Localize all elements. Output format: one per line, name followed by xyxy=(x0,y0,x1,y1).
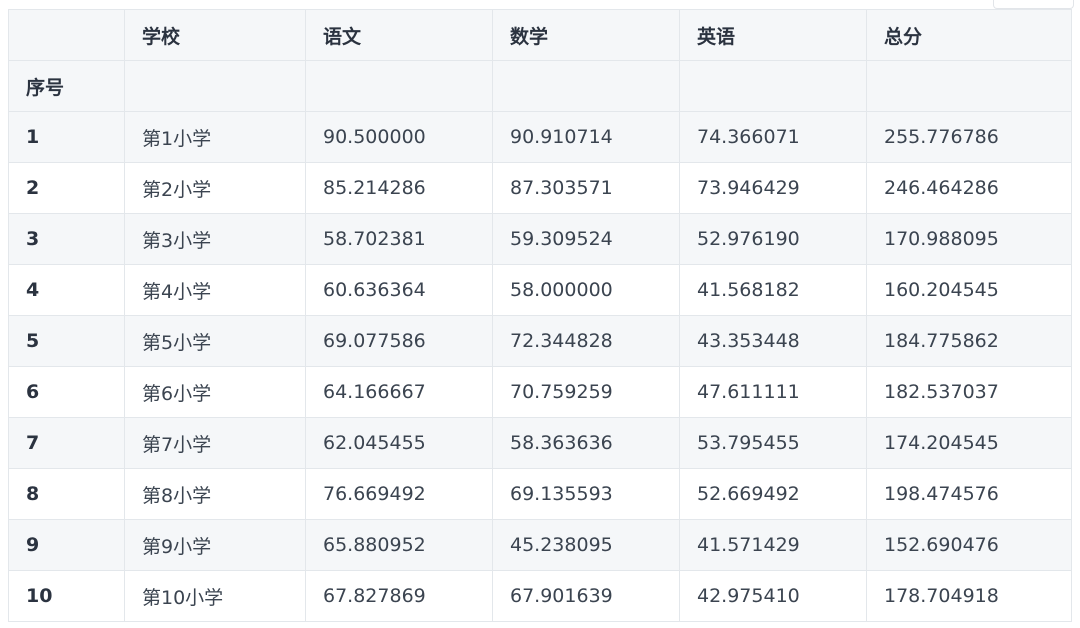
column-header-school: 学校 xyxy=(124,9,306,61)
cell-chinese: 85.214286 xyxy=(305,162,493,214)
cell-school: 第3小学 xyxy=(124,213,306,265)
empty-header-cell xyxy=(492,60,680,112)
cell-english: 42.975410 xyxy=(679,570,867,622)
table-row: 8 第8小学 76.669492 69.135593 52.669492 198.4745… xyxy=(8,468,1072,520)
row-index-cell: 9 xyxy=(8,519,125,571)
cell-chinese: 76.669492 xyxy=(305,468,493,520)
cell-chinese: 58.702381 xyxy=(305,213,493,265)
table-row: 6 第6小学 64.166667 70.759259 47.611111 182.5370… xyxy=(8,366,1072,418)
row-index-cell: 8 xyxy=(8,468,125,520)
cell-school: 第6小学 xyxy=(124,366,306,418)
row-index-cell: 2 xyxy=(8,162,125,214)
table-row: 4 第4小学 60.636364 58.000000 41.568182 160.2045… xyxy=(8,264,1072,316)
row-index-cell: 1 xyxy=(8,111,125,163)
page: HTML </> 学校 语文 数学 英语 总分 序号 xyxy=(0,0,1080,628)
cell-total: 198.474576 xyxy=(866,468,1072,520)
cell-english: 74.366071 xyxy=(679,111,867,163)
cell-total: 160.204545 xyxy=(866,264,1072,316)
cell-total: 255.776786 xyxy=(866,111,1072,163)
cell-total: 174.204545 xyxy=(866,417,1072,469)
empty-header-cell xyxy=(124,60,306,112)
cell-chinese: 65.880952 xyxy=(305,519,493,571)
cell-math: 67.901639 xyxy=(492,570,680,622)
cell-total: 182.537037 xyxy=(866,366,1072,418)
table-row: 5 第5小学 69.077586 72.344828 43.353448 184.7758… xyxy=(8,315,1072,367)
column-header-total: 总分 xyxy=(866,9,1072,61)
cell-total: 152.690476 xyxy=(866,519,1072,571)
cell-english: 73.946429 xyxy=(679,162,867,214)
cell-math: 58.363636 xyxy=(492,417,680,469)
cell-school: 第4小学 xyxy=(124,264,306,316)
cell-math: 90.910714 xyxy=(492,111,680,163)
cell-english: 52.669492 xyxy=(679,468,867,520)
cell-chinese: 90.500000 xyxy=(305,111,493,163)
empty-header-cell xyxy=(866,60,1072,112)
row-index-cell: 7 xyxy=(8,417,125,469)
dataframe-table: 学校 语文 数学 英语 总分 序号 1 第1小学 90.500000 90.91071… xyxy=(8,9,1072,622)
table-row: 9 第9小学 65.880952 45.238095 41.571429 152.6904… xyxy=(8,519,1072,571)
cell-math: 45.238095 xyxy=(492,519,680,571)
cell-chinese: 64.166667 xyxy=(305,366,493,418)
table-header: 学校 语文 数学 英语 总分 序号 xyxy=(8,9,1072,112)
cell-school: 第7小学 xyxy=(124,417,306,469)
table-row: 3 第3小学 58.702381 59.309524 52.976190 170.9880… xyxy=(8,213,1072,265)
cell-school: 第8小学 xyxy=(124,468,306,520)
cell-math: 59.309524 xyxy=(492,213,680,265)
row-index-cell: 10 xyxy=(8,570,125,622)
cell-total: 178.704918 xyxy=(866,570,1072,622)
column-header-row: 学校 语文 数学 英语 总分 xyxy=(8,9,1072,61)
row-index-cell: 4 xyxy=(8,264,125,316)
html-view-badge[interactable]: HTML </> xyxy=(992,0,1074,9)
cell-total: 246.464286 xyxy=(866,162,1072,214)
index-name-header: 序号 xyxy=(8,60,125,112)
cell-english: 52.976190 xyxy=(679,213,867,265)
cell-chinese: 69.077586 xyxy=(305,315,493,367)
table-row: 2 第2小学 85.214286 87.303571 73.946429 246.4642… xyxy=(8,162,1072,214)
cell-math: 58.000000 xyxy=(492,264,680,316)
table-body: 1 第1小学 90.500000 90.910714 74.366071 255.7767… xyxy=(8,111,1072,622)
empty-header-cell xyxy=(305,60,493,112)
code-icon: </> xyxy=(1043,0,1063,8)
cell-chinese: 62.045455 xyxy=(305,417,493,469)
cell-english: 53.795455 xyxy=(679,417,867,469)
cell-math: 69.135593 xyxy=(492,468,680,520)
table-row: 7 第7小学 62.045455 58.363636 53.795455 174.2045… xyxy=(8,417,1072,469)
cell-chinese: 67.827869 xyxy=(305,570,493,622)
row-index-cell: 6 xyxy=(8,366,125,418)
column-header-math: 数学 xyxy=(492,9,680,61)
cell-school: 第1小学 xyxy=(124,111,306,163)
index-name-row: 序号 xyxy=(8,60,1072,112)
cell-school: 第9小学 xyxy=(124,519,306,571)
table-row: 10 第10小学 67.827869 67.901639 42.975410 178.70… xyxy=(8,570,1072,622)
cell-english: 41.568182 xyxy=(679,264,867,316)
cell-total: 184.775862 xyxy=(866,315,1072,367)
cell-english: 41.571429 xyxy=(679,519,867,571)
cell-math: 87.303571 xyxy=(492,162,680,214)
cell-school: 第10小学 xyxy=(124,570,306,622)
table-row: 1 第1小学 90.500000 90.910714 74.366071 255.7767… xyxy=(8,111,1072,163)
cell-english: 43.353448 xyxy=(679,315,867,367)
cell-school: 第5小学 xyxy=(124,315,306,367)
cell-english: 47.611111 xyxy=(679,366,867,418)
index-corner-cell xyxy=(8,9,125,61)
row-index-cell: 5 xyxy=(8,315,125,367)
cell-math: 70.759259 xyxy=(492,366,680,418)
cell-math: 72.344828 xyxy=(492,315,680,367)
cell-chinese: 60.636364 xyxy=(305,264,493,316)
html-badge-label: HTML xyxy=(1004,0,1037,8)
cell-total: 170.988095 xyxy=(866,213,1072,265)
empty-header-cell xyxy=(679,60,867,112)
row-index-cell: 3 xyxy=(8,213,125,265)
column-header-chinese: 语文 xyxy=(305,9,493,61)
cell-school: 第2小学 xyxy=(124,162,306,214)
column-header-english: 英语 xyxy=(679,9,867,61)
